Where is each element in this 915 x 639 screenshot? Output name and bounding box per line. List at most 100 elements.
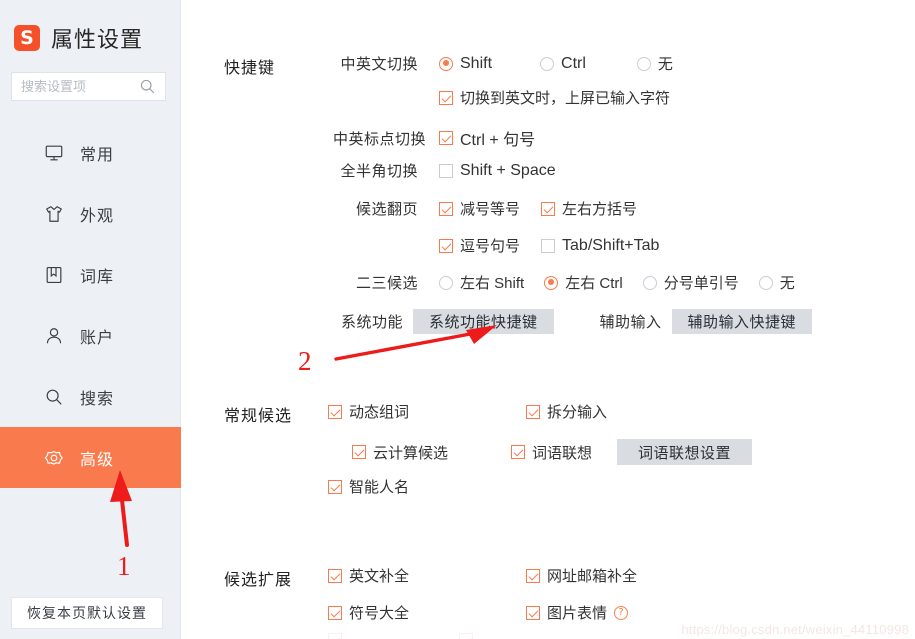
checkbox-ctrl-period[interactable]: Ctrl + 句号	[439, 126, 535, 150]
checkbox-cloud-candidate[interactable]: 云计算候选	[352, 442, 448, 463]
page-title: 属性设置	[51, 27, 144, 52]
row-extension-2: 符号大全 图片表情 ?	[328, 602, 629, 623]
annotation-number-2: 2	[298, 346, 312, 376]
checkbox-brackets[interactable]: 左右方括号	[541, 198, 637, 219]
radio-label: 分号单引号	[663, 275, 739, 292]
search-icon	[139, 78, 156, 95]
checkbox-label: 词语联想	[532, 444, 593, 462]
search-icon	[44, 387, 64, 407]
image-emoji-help-icon[interactable]: ?	[614, 605, 629, 620]
checkbox-indicator	[328, 568, 342, 583]
row-system-function: 系统功能 系统功能快捷键 辅助输入 辅助输入快捷键	[328, 309, 813, 334]
checkbox-label: Shift + Space	[460, 161, 556, 179]
checkbox-label: Ctrl + 句号	[460, 132, 536, 149]
shirt-icon	[44, 204, 64, 224]
sidebar-item-label: 外观	[80, 207, 115, 225]
checkbox-url-email-complete[interactable]: 网址邮箱补全	[526, 565, 637, 586]
settings-content: 快捷键 中英文切换 Shift Ctrl 无 切换到英文时，上屏已输入字符 中英…	[182, 0, 915, 639]
row-punct-switch: 中英标点切换 Ctrl + 句号	[328, 126, 535, 150]
radio-indicator	[439, 56, 453, 71]
row-second-third-candidate: 二三候选 左右 Shift 左右 Ctrl 分号单引号 无	[328, 272, 795, 293]
row-width-switch: 全半角切换 Shift + Space	[328, 160, 556, 181]
sidebar-item-label: 常用	[80, 146, 115, 164]
sidebar-item-label: 账户	[80, 329, 115, 347]
checkbox-indicator	[511, 445, 526, 459]
section-title-shortcut: 快捷键	[224, 60, 276, 77]
checkbox-smart-name[interactable]: 智能人名	[328, 476, 409, 497]
checkbox-label: 左右方括号	[562, 201, 638, 218]
radio-semicolon-quote[interactable]: 分号单引号	[642, 272, 739, 293]
checkbox-label: 切换到英文时，上屏已输入字符	[460, 90, 671, 107]
sidebar-item-ciku[interactable]: 词库	[0, 244, 181, 305]
radio-indicator	[540, 56, 555, 71]
checkbox-word-association[interactable]: 词语联想	[511, 442, 592, 463]
checkbox-indicator	[328, 605, 342, 620]
checkbox-label: 动态组词	[349, 404, 410, 421]
checkbox-indicator	[526, 568, 541, 583]
checkbox-commit-on-switch[interactable]: 切换到英文时，上屏已输入字符	[439, 87, 670, 108]
row-candidate-2: 云计算候选 词语联想 词语联想设置	[352, 439, 753, 465]
row-label: 中英文切换	[340, 56, 418, 73]
radio-ctrl[interactable]: Ctrl	[540, 55, 586, 73]
checkbox-partial-right[interactable]	[459, 633, 473, 639]
sogou-logo-icon: S	[14, 25, 40, 51]
search-box[interactable]	[11, 72, 166, 101]
radio-label: 左右 Shift	[460, 275, 525, 292]
radio-second-third-none[interactable]: 无	[758, 272, 795, 293]
checkbox-indicator	[328, 479, 342, 494]
sidebar: S 属性设置 常用	[0, 0, 181, 639]
radio-label: Shift	[460, 54, 493, 72]
radio-label: 无	[779, 275, 795, 292]
checkbox-label: 拆分输入	[547, 404, 608, 421]
sidebar-item-changyong[interactable]: 常用	[0, 122, 181, 183]
checkbox-english-complete[interactable]: 英文补全	[328, 565, 409, 586]
checkbox-indicator	[439, 238, 453, 253]
checkbox-comma-period[interactable]: 逗号句号	[439, 235, 520, 256]
checkbox-minus-equal[interactable]: 减号等号	[439, 198, 520, 219]
checkbox-partial-left[interactable]	[328, 633, 342, 639]
sidebar-item-gaoji[interactable]: 高级	[0, 427, 181, 488]
checkbox-indicator	[439, 201, 453, 216]
reset-defaults-button[interactable]: 恢复本页默认设置	[11, 597, 163, 629]
checkbox-label: 逗号句号	[460, 238, 521, 255]
checkbox-symbol-collection[interactable]: 符号大全	[328, 602, 409, 623]
checkbox-indicator	[439, 90, 453, 105]
row-cn-en-switch: 中英文切换 Shift Ctrl 无	[328, 53, 673, 74]
radio-label: 左右 Ctrl	[565, 275, 623, 292]
annotation-number-1: 1	[117, 551, 131, 581]
checkbox-image-emoji[interactable]: 图片表情	[526, 602, 607, 623]
radio-shift[interactable]: Shift	[439, 55, 492, 73]
sidebar-item-label: 高级	[80, 451, 115, 469]
checkbox-split-input[interactable]: 拆分输入	[526, 401, 607, 422]
sidebar-item-label: 词库	[80, 268, 115, 286]
checkbox-dynamic-word[interactable]: 动态组词	[328, 401, 409, 422]
radio-label: Ctrl	[561, 54, 586, 72]
checkbox-label: 英文补全	[349, 568, 410, 585]
row-page-turn-2: 逗号句号 Tab/Shift+Tab	[439, 235, 659, 256]
radio-indicator	[642, 275, 657, 290]
row-label: 中英标点切换	[332, 130, 426, 148]
radio-none[interactable]: 无	[636, 53, 673, 74]
book-icon	[44, 265, 64, 285]
checkbox-shift-space[interactable]: Shift + Space	[439, 162, 556, 180]
sidebar-item-waiguan[interactable]: 外观	[0, 183, 181, 244]
checkbox-indicator	[541, 238, 556, 253]
checkbox-tab-shift-tab[interactable]: Tab/Shift+Tab	[541, 237, 659, 255]
radio-lr-ctrl[interactable]: 左右 Ctrl	[544, 272, 623, 293]
checkbox-indicator	[328, 404, 342, 419]
system-function-shortcut-button[interactable]: 系统功能快捷键	[413, 309, 554, 334]
search-input[interactable]	[21, 79, 139, 94]
radio-lr-shift[interactable]: 左右 Shift	[439, 272, 524, 293]
word-association-settings-button[interactable]: 词语联想设置	[617, 439, 753, 465]
row-label: 系统功能	[340, 314, 403, 331]
sidebar-item-label: 搜索	[80, 390, 115, 408]
section-title-candidate: 常规候选	[224, 408, 293, 425]
row-candidate-3: 智能人名	[328, 476, 409, 497]
sidebar-item-sousuo[interactable]: 搜索	[0, 366, 181, 427]
checkbox-indicator	[328, 633, 342, 639]
checkbox-label: 网址邮箱补全	[547, 568, 638, 585]
assist-input-shortcut-button[interactable]: 辅助输入快捷键	[671, 309, 813, 334]
row-commit-on-switch: 切换到英文时，上屏已输入字符	[439, 87, 670, 108]
radio-indicator	[758, 275, 773, 290]
sidebar-item-zhanghu[interactable]: 账户	[0, 305, 181, 366]
